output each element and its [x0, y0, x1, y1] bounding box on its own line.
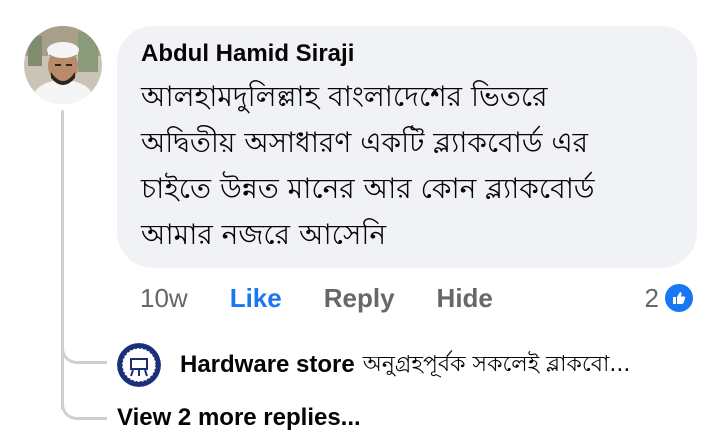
like-button[interactable]: Like [230, 283, 282, 314]
reply-button[interactable]: Reply [324, 283, 395, 314]
reply-snippet: অনুগ্রহপূর্বক সকলেই ব্লাকবো... [362, 351, 631, 377]
thread-line [61, 110, 64, 410]
comment-timestamp[interactable]: 10w [140, 283, 188, 314]
reply-preview[interactable]: Hardware store অনুগ্রহপূর্বক সকলেই ব্লাক… [117, 343, 631, 387]
thumbs-up-icon [663, 282, 695, 314]
reaction-count: 2 [644, 282, 659, 313]
avatar[interactable] [24, 26, 102, 104]
thread-connector [61, 392, 107, 420]
comment-bubble: Abdul Hamid Siraji আলহামদুলিল্লাহ বাংলাদ… [117, 26, 697, 268]
reply-author[interactable]: Hardware store [180, 351, 355, 379]
thread-connector [61, 336, 107, 364]
comment-author[interactable]: Abdul Hamid Siraji [141, 38, 673, 70]
reaction-summary[interactable]: 2 [645, 280, 695, 316]
store-logo-icon [117, 343, 161, 387]
avatar-photo [24, 26, 102, 104]
comment-actions: 10w Like Reply Hide [140, 280, 535, 316]
comment-text: আলহামদুলিল্লাহ বাংলাদেশের ভিতরে অদ্বিতীয… [141, 80, 595, 251]
view-more-replies-link[interactable]: View 2 more replies... [117, 404, 361, 432]
hide-button[interactable]: Hide [437, 283, 493, 314]
avatar[interactable] [117, 343, 161, 387]
